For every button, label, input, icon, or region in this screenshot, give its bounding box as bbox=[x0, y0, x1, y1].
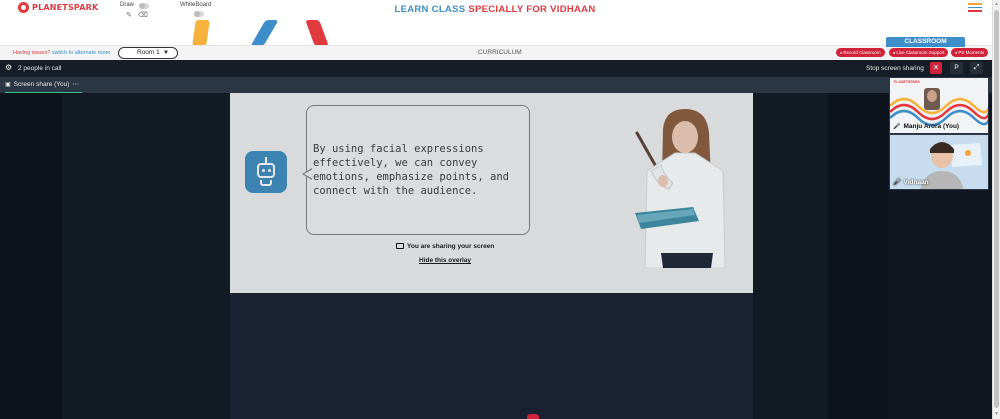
decor-stripe-yellow bbox=[192, 20, 210, 46]
scroll-up-icon[interactable]: ▲ bbox=[994, 1, 999, 7]
room-select-value: Room 1 bbox=[137, 49, 160, 56]
class-title-part2: SPECIALLY FOR VIDHAAN bbox=[468, 4, 596, 15]
meeting-area: ⚙ 2 people in call Stop screen sharing ✕… bbox=[0, 60, 992, 419]
sharing-notice: You are sharing your screen bbox=[396, 243, 494, 250]
participant-tile[interactable]: PLANETSPARK 🎤 Manju Arora (You) bbox=[889, 77, 989, 134]
class-title-part1: LEARN CLASS bbox=[394, 4, 466, 15]
p-button[interactable]: P bbox=[950, 62, 963, 74]
caret-down-icon: ▼ bbox=[163, 50, 169, 56]
close-icon: ✕ bbox=[932, 63, 940, 72]
stop-sharing-label: Stop screen sharing bbox=[866, 65, 924, 72]
menu-hamburger-icon[interactable] bbox=[968, 3, 982, 14]
page-scrollbar[interactable]: ▲ ▼ bbox=[992, 0, 1000, 419]
screen-share-icon: ▣ bbox=[5, 82, 11, 88]
sharing-notice-text: You are sharing your screen bbox=[407, 243, 495, 250]
microphone-icon: 🎤 bbox=[893, 124, 901, 130]
bottom-indicator bbox=[527, 414, 539, 419]
classroom-tab[interactable]: CLASSROOM bbox=[886, 37, 965, 47]
alternate-room-link[interactable]: switch to alternate room bbox=[52, 50, 110, 56]
scroll-down-icon[interactable]: ▼ bbox=[994, 411, 999, 417]
live-support-button[interactable]: Live Classroom Support bbox=[889, 48, 949, 57]
participant-name: 🎤 Manju Arora (You) bbox=[893, 123, 959, 130]
issues-text: Having issues? bbox=[13, 50, 51, 56]
participant-name-text: Vidhaan bbox=[903, 179, 929, 186]
issues-notice: Having issues? switch to alternate room bbox=[13, 50, 110, 56]
app-header: PLANETSPARK Draw ✎ ⌫ WhiteBoard LEARN CL… bbox=[0, 0, 1000, 24]
screen-share-tab-label: Screen share (You) bbox=[13, 81, 70, 88]
hide-overlay-link[interactable]: Hide this overlay bbox=[419, 257, 471, 264]
participant-tile[interactable]: 🎤 Vidhaan bbox=[889, 134, 989, 190]
people-count[interactable]: 2 people in call bbox=[18, 65, 61, 72]
scrollbar-thumb[interactable] bbox=[994, 10, 999, 408]
fullscreen-icon[interactable]: ⤢ bbox=[970, 62, 983, 74]
meeting-topbar: ⚙ 2 people in call Stop screen sharing ✕… bbox=[0, 60, 992, 77]
participant-name-text: Manju Arora (You) bbox=[903, 123, 960, 130]
room-select[interactable]: Room 1 ▼ bbox=[118, 47, 178, 59]
stop-sharing-button[interactable]: ✕ bbox=[930, 62, 942, 74]
stage-side-left bbox=[62, 93, 230, 419]
record-classroom-button[interactable]: Record Classroom bbox=[836, 48, 885, 57]
ps-moments-button[interactable]: PS Moments bbox=[951, 48, 989, 57]
sharing-overlay bbox=[230, 93, 753, 293]
stage-lower-area bbox=[230, 293, 753, 419]
monitor-icon bbox=[396, 243, 404, 249]
curriculum-tab[interactable]: CURRICULUM bbox=[478, 49, 522, 56]
more-options-icon[interactable]: ⋯ bbox=[72, 81, 79, 88]
class-title: LEARN CLASS SPECIALLY FOR VIDHAAN bbox=[0, 4, 990, 15]
gear-icon[interactable]: ⚙ bbox=[5, 63, 12, 72]
screen-share-stage: By using facial expressions effectively,… bbox=[0, 93, 888, 419]
stage-side-right bbox=[753, 93, 828, 419]
meeting-tabbar: ▣ Screen share (You) ⋯ bbox=[0, 77, 992, 93]
microphone-icon: 🎤 bbox=[893, 180, 901, 186]
screen-share-tab[interactable]: ▣ Screen share (You) ⋯ bbox=[5, 79, 82, 93]
participant-name: 🎤 Vidhaan bbox=[893, 179, 929, 186]
